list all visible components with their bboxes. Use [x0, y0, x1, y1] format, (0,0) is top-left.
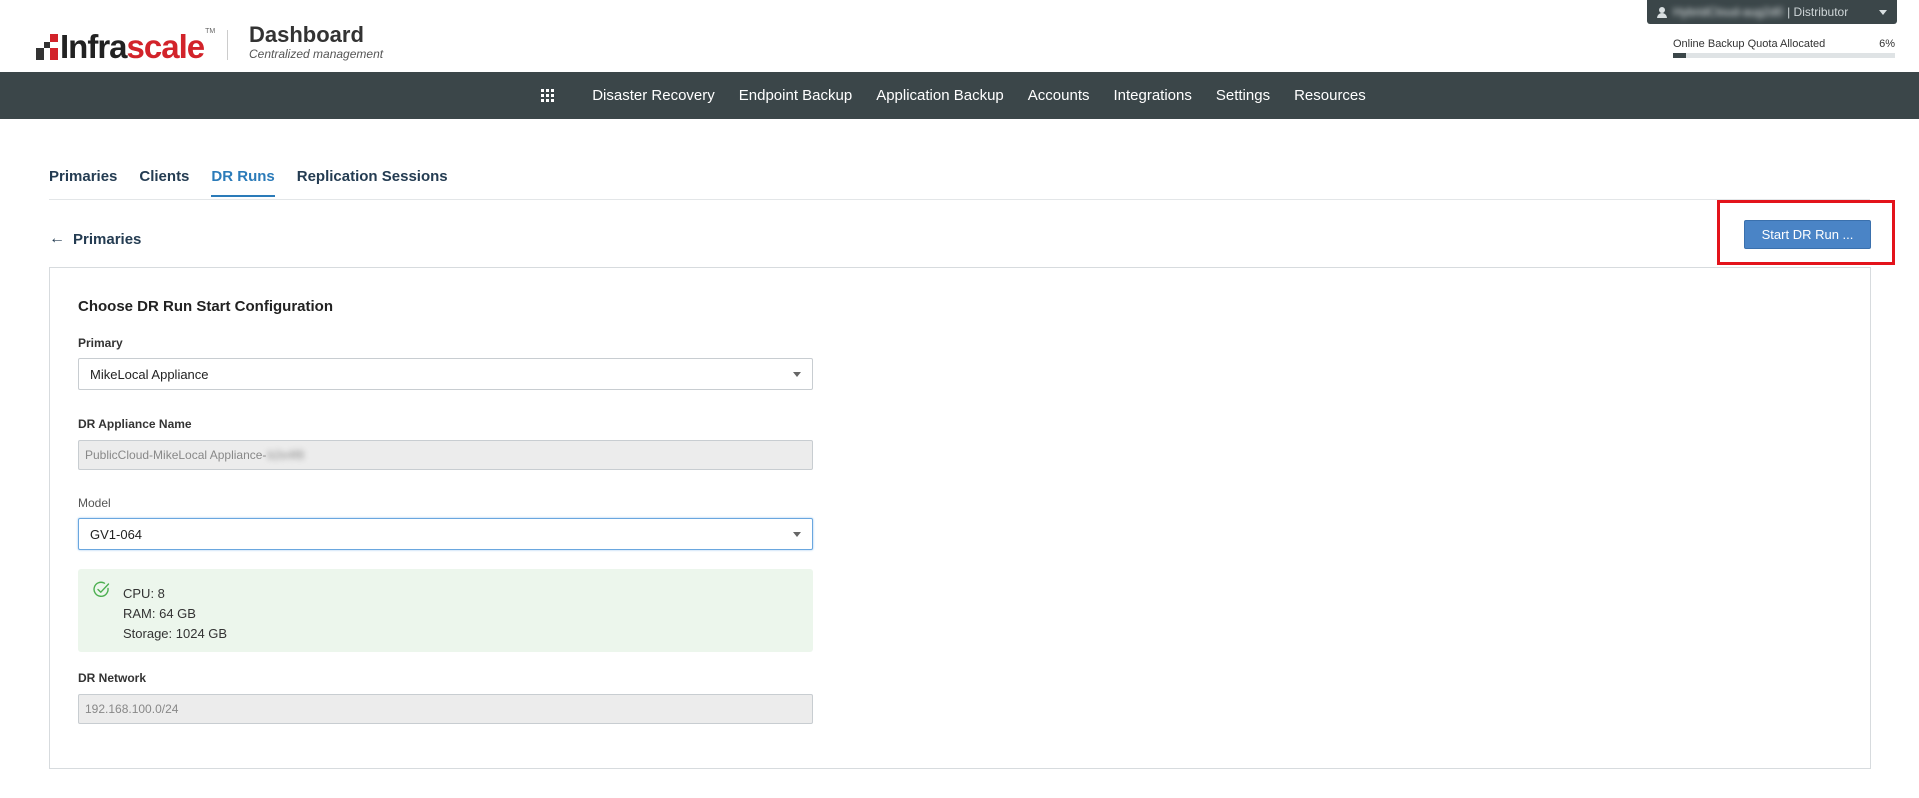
- check-circle-icon: [93, 581, 110, 597]
- arrow-left-icon: ←: [49, 230, 65, 247]
- panel-title: Choose DR Run Start Configuration: [78, 298, 333, 315]
- tabs-divider: [49, 199, 1870, 200]
- appliance-name-input: PublicCloud-MikeLocal Appliance-b2e4f8: [78, 440, 813, 470]
- primary-select[interactable]: MikeLocal Appliance: [78, 358, 813, 390]
- spec-cpu: CPU: 8: [123, 586, 165, 601]
- back-link-label: Primaries: [73, 230, 142, 248]
- spec-ram: RAM: 64 GB: [123, 606, 196, 621]
- primary-label: Primary: [78, 336, 123, 350]
- nav-disaster-recovery[interactable]: Disaster Recovery: [592, 87, 715, 104]
- dr-network-label: DR Network: [78, 671, 147, 685]
- caret-down-icon: [793, 372, 801, 377]
- user-icon: [1657, 6, 1667, 18]
- nav-settings[interactable]: Settings: [1216, 87, 1270, 104]
- nav-integrations[interactable]: Integrations: [1113, 87, 1191, 104]
- appliance-name-label: DR Appliance Name: [78, 417, 192, 431]
- primary-select-value: MikeLocal Appliance: [90, 366, 209, 382]
- tab-primaries[interactable]: Primaries: [49, 168, 117, 197]
- logo-text: Infrascale: [60, 28, 205, 65]
- page-title: Dashboard: [249, 22, 364, 47]
- quota-progress-bar: [1673, 53, 1895, 58]
- user-name: HybridCloud-aug2d0: [1673, 5, 1784, 19]
- start-dr-run-button[interactable]: Start DR Run ...: [1744, 220, 1871, 249]
- main-nav: Disaster Recovery Endpoint Backup Applic…: [0, 72, 1919, 119]
- quota-percent: 6%: [1879, 38, 1895, 50]
- apps-grid-icon[interactable]: [541, 89, 555, 102]
- appliance-name-value: PublicCloud-MikeLocal Appliance-: [85, 448, 267, 462]
- logo-trademark: TM: [205, 28, 216, 35]
- nav-endpoint-backup[interactable]: Endpoint Backup: [739, 87, 852, 104]
- model-specs-box: CPU: 8 RAM: 64 GB Storage: 1024 GB: [78, 569, 813, 652]
- dr-run-config-panel: Choose DR Run Start Configuration Primar…: [49, 267, 1871, 769]
- dr-network-input: 192.168.100.0/24: [78, 694, 813, 724]
- caret-down-icon: [793, 532, 801, 537]
- nav-resources[interactable]: Resources: [1294, 87, 1366, 104]
- nav-accounts[interactable]: Accounts: [1028, 87, 1090, 104]
- model-select-value: GV1-064: [90, 526, 143, 542]
- quota-label: Online Backup Quota Allocated: [1673, 38, 1826, 50]
- tab-replication-sessions[interactable]: Replication Sessions: [297, 168, 448, 197]
- page-subtitle: Centralized management: [249, 47, 384, 61]
- model-label: Model: [78, 496, 111, 510]
- user-menu-button[interactable]: HybridCloud-aug2d0 | Distributor: [1647, 0, 1897, 24]
- app-header: Infrascale TM Dashboard Centralized mana…: [0, 0, 1919, 72]
- header-divider: [227, 30, 228, 60]
- back-to-primaries-link[interactable]: ← Primaries: [49, 230, 141, 248]
- tab-clients[interactable]: Clients: [139, 168, 189, 197]
- tab-dr-runs[interactable]: DR Runs: [211, 168, 275, 197]
- model-specs: CPU: 8 RAM: 64 GB Storage: 1024 GB: [123, 584, 227, 644]
- quota-progress-fill: [1673, 53, 1687, 58]
- dr-network-value: 192.168.100.0/24: [85, 702, 179, 716]
- sub-tabs: Primaries Clients DR Runs Replication Se…: [49, 168, 470, 197]
- logo-mark-icon: [36, 33, 58, 60]
- spec-storage: Storage: 1024 GB: [123, 626, 228, 641]
- infrascale-logo[interactable]: Infrascale TM: [36, 28, 216, 65]
- nav-application-backup[interactable]: Application Backup: [876, 87, 1004, 104]
- model-select[interactable]: GV1-064: [78, 518, 813, 550]
- appliance-name-suffix: b2e4f8: [267, 448, 305, 462]
- caret-down-icon: [1879, 9, 1887, 15]
- user-role: | Distributor: [1787, 5, 1849, 19]
